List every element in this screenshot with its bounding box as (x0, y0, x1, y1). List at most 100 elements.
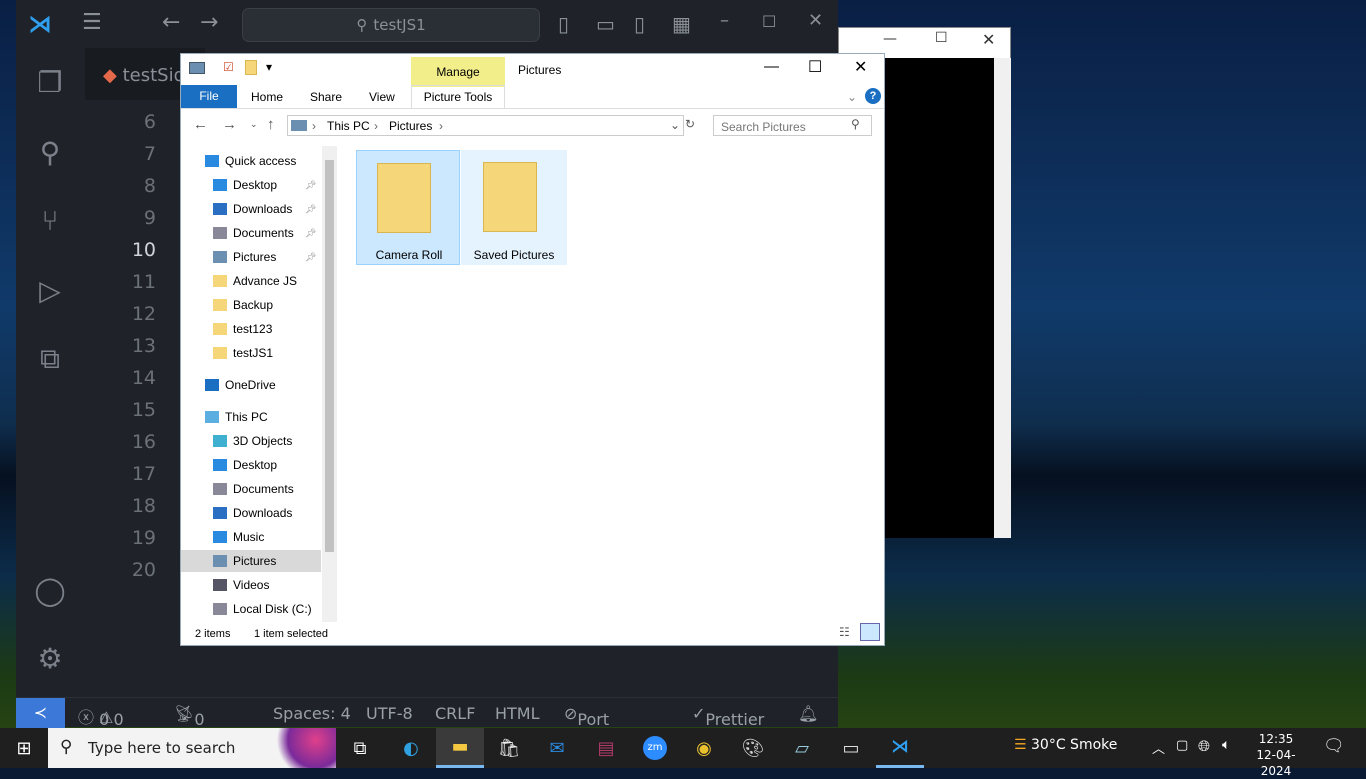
toggle-panel-icon[interactable]: ▭ (596, 12, 615, 36)
help-icon[interactable]: ? (865, 88, 881, 104)
back-arrow-icon[interactable]: ← (193, 116, 208, 133)
settings-gear-icon[interactable]: ⚙ (33, 642, 67, 676)
edge-icon[interactable]: ◐ (387, 728, 435, 768)
menu-icon[interactable]: ☰ (82, 10, 102, 35)
taskbar-search[interactable]: ⚲ Type here to search (48, 728, 336, 768)
maximize-icon[interactable]: ☐ (935, 30, 948, 46)
nav-item[interactable]: Downloads 📌︎ (181, 198, 321, 220)
forward-arrow-icon[interactable]: → (200, 10, 218, 35)
nav-item[interactable]: Backup (181, 294, 321, 316)
action-center-icon[interactable]: 🗨︎ (1323, 736, 1345, 756)
indentation-status[interactable]: Spaces: 4 (273, 704, 351, 723)
tab-share[interactable]: Share (310, 90, 342, 104)
nav-item[interactable]: testJS1 (181, 342, 321, 364)
close-icon[interactable]: ✕ (854, 57, 867, 77)
show-hidden-icons-icon[interactable]: ︿ (1152, 738, 1165, 757)
weather-widget[interactable]: ☰ 30°C Smoke (1014, 737, 1117, 753)
tab-picture-tools[interactable]: Picture Tools (411, 85, 505, 108)
paint-icon[interactable]: 🎨︎ (729, 728, 777, 768)
breadcrumb-this-pc[interactable]: This PC (327, 119, 370, 133)
nav-item[interactable]: Pictures (181, 550, 321, 572)
nav-item[interactable]: This PC (181, 406, 321, 428)
nav-item[interactable]: test123 (181, 318, 321, 340)
problems-indicator[interactable]: ⓧ 0 ⚠ 0 (78, 704, 124, 729)
forward-arrow-icon[interactable]: → (222, 116, 237, 133)
winrar-icon[interactable]: ▤ (582, 728, 630, 768)
remote-indicator-icon[interactable]: ≺ (16, 698, 65, 728)
properties-icon[interactable]: ☑ (223, 60, 234, 74)
volume-icon[interactable]: 🔈︎ (1222, 737, 1230, 753)
run-debug-icon[interactable]: ▷ (33, 274, 67, 308)
vscode-icon[interactable]: ⋊ (876, 728, 924, 768)
start-windows-icon[interactable]: ⊞ (0, 728, 48, 768)
command-prompt-icon[interactable]: ▭ (827, 728, 875, 768)
folder-item-saved-pictures[interactable]: Saved Pictures (461, 150, 567, 265)
tab-home[interactable]: Home (251, 90, 283, 104)
nav-item[interactable]: OneDrive (181, 374, 321, 396)
nav-item[interactable]: Desktop (181, 454, 321, 476)
address-dropdown-icon[interactable]: ⌄ (670, 118, 680, 132)
toggle-sidebar-icon[interactable]: ▯ (558, 12, 569, 36)
meet-now-icon[interactable]: ▢ (1176, 738, 1188, 753)
minimize-icon[interactable]: – (720, 10, 729, 31)
notifications-bell-icon[interactable]: 🔔︎ (798, 704, 818, 723)
breadcrumb-pictures[interactable]: Pictures (389, 119, 432, 133)
clock[interactable]: 12:35 12-04-2024 (1246, 731, 1306, 779)
task-view-icon[interactable]: ⧉ (336, 728, 384, 768)
nav-scrollbar[interactable] (322, 146, 337, 622)
nav-item[interactable]: Advance JS (181, 270, 321, 292)
new-folder-icon[interactable] (245, 60, 257, 75)
nav-item[interactable]: 3D Objects (181, 430, 321, 452)
prettier-status[interactable]: ✓ Prettier (692, 704, 764, 729)
live-server-port[interactable]: ⊘ Port : 5500 (564, 704, 618, 767)
nav-item[interactable]: Local Disk (C:) (181, 598, 321, 620)
scrollbar[interactable] (994, 58, 1011, 538)
nav-item[interactable]: Pictures 📌︎ (181, 246, 321, 268)
nav-item[interactable]: Documents (181, 478, 321, 500)
tab-view[interactable]: View (369, 90, 395, 104)
close-icon[interactable]: ✕ (982, 30, 995, 49)
customize-toolbar-icon[interactable]: ▾ (266, 60, 272, 74)
mail-icon[interactable]: ✉ (533, 728, 581, 768)
expand-ribbon-icon[interactable]: ⌄ (847, 90, 857, 104)
encoding-status[interactable]: UTF-8 (366, 704, 413, 723)
explorer-icon[interactable]: ❐ (33, 66, 67, 100)
extensions-icon[interactable]: ⧉ (33, 342, 67, 376)
ports-indicator[interactable]: 📡︎ 0 (174, 704, 205, 729)
customize-layout-icon[interactable]: ▦ (672, 12, 691, 36)
nav-item[interactable]: Music (181, 526, 321, 548)
folder-item-camera-roll[interactable]: Camera Roll (356, 150, 460, 265)
recent-locations-icon[interactable]: ⌄ (250, 119, 258, 130)
account-icon[interactable]: ◯ (33, 574, 67, 608)
up-arrow-icon[interactable]: ↑ (267, 116, 275, 133)
source-control-icon[interactable]: ⑂ (33, 204, 67, 238)
zoom-icon[interactable]: zm (631, 728, 679, 768)
large-icons-view-icon[interactable] (860, 623, 880, 641)
eol-status[interactable]: CRLF (435, 704, 475, 723)
details-view-icon[interactable]: ☷ (839, 625, 850, 639)
toggle-secondary-sidebar-icon[interactable]: ▯ (634, 12, 645, 36)
close-icon[interactable]: ✕ (808, 10, 823, 31)
refresh-icon[interactable]: ↻ (685, 117, 695, 131)
search-icon[interactable]: ⚲ (33, 136, 67, 170)
chrome-icon[interactable]: ◉ (680, 728, 728, 768)
nav-item[interactable]: Downloads (181, 502, 321, 524)
manage-tab[interactable]: Manage (411, 57, 505, 87)
network-icon[interactable]: 🌐︎ (1198, 737, 1210, 755)
file-explorer-icon[interactable]: ▬ (436, 728, 484, 768)
nav-item[interactable]: Desktop 📌︎ (181, 174, 321, 196)
minimize-icon[interactable]: — (764, 58, 779, 75)
maximize-icon[interactable]: ☐ (808, 57, 822, 77)
minimize-icon[interactable]: — (883, 31, 897, 47)
nav-item[interactable]: Videos (181, 574, 321, 596)
microsoft-store-icon[interactable]: 🛍︎ (485, 728, 533, 768)
nav-item[interactable]: Quick access (181, 150, 321, 172)
search-input[interactable]: Search Pictures (713, 115, 872, 136)
notepad-icon[interactable]: ▱ (778, 728, 826, 768)
maximize-icon[interactable]: ☐ (762, 12, 776, 31)
language-status[interactable]: HTML (495, 704, 540, 723)
back-arrow-icon[interactable]: ← (162, 10, 180, 35)
tab-file[interactable]: File (181, 85, 237, 108)
command-center-search[interactable]: ⚲ testJS1 (242, 8, 540, 42)
nav-item[interactable]: Documents 📌︎ (181, 222, 321, 244)
